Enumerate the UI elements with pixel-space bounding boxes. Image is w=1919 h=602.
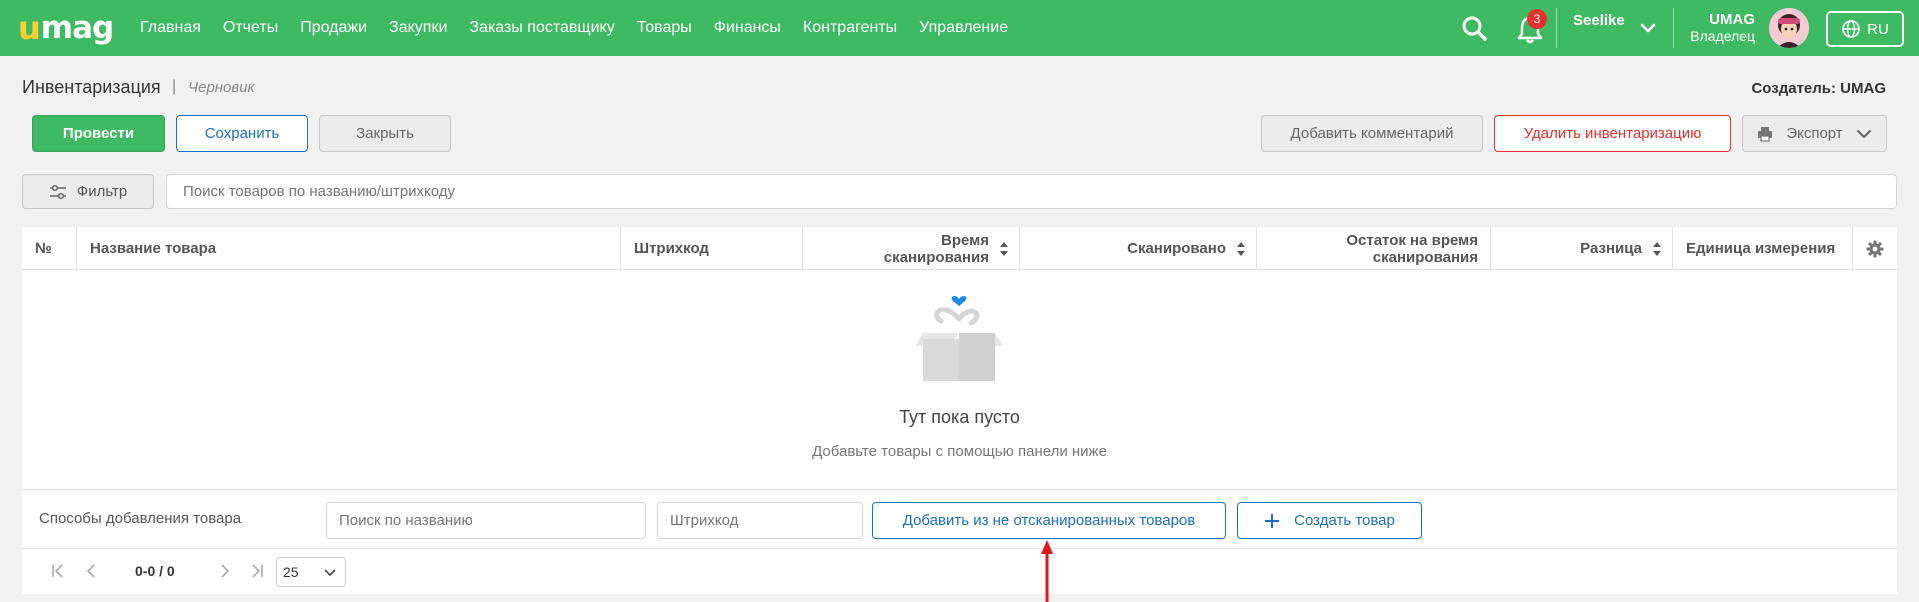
- create-product-button[interactable]: Создать товар: [1237, 502, 1422, 539]
- stock-label: Остаток на время сканирования: [1346, 231, 1478, 266]
- umag-logo[interactable]: u mag: [18, 9, 114, 47]
- user-info[interactable]: UMAG Владелец: [1680, 11, 1755, 44]
- product-search-input[interactable]: [166, 174, 1897, 209]
- create-product-label: Создать товар: [1294, 512, 1395, 529]
- column-settings[interactable]: [1853, 227, 1897, 270]
- add-unscanned-button[interactable]: Добавить из не отсканированных товаров: [872, 502, 1226, 539]
- last-page-icon[interactable]: [249, 563, 265, 579]
- column-header-barcode[interactable]: Штрихкод: [621, 227, 803, 270]
- avatar[interactable]: [1769, 8, 1809, 48]
- language-selector[interactable]: RU: [1826, 11, 1904, 47]
- nav-item-contractors[interactable]: Контрагенты: [803, 19, 897, 37]
- globe-icon: [1842, 20, 1860, 38]
- chevron-down-icon[interactable]: [1640, 20, 1656, 36]
- search-icon[interactable]: [1460, 14, 1488, 42]
- export-button[interactable]: Экспорт: [1742, 115, 1887, 152]
- annotation-arrow-icon: [1041, 540, 1053, 602]
- sort-icon[interactable]: [1652, 241, 1662, 257]
- column-header-scan-time[interactable]: Время сканирования: [803, 227, 1020, 270]
- next-page-icon[interactable]: [217, 563, 233, 579]
- page-size-value: 25: [283, 564, 299, 580]
- sort-icon[interactable]: [1236, 241, 1246, 257]
- add-methods-label: Способы добавления товара: [39, 510, 242, 527]
- avatar-image: [1769, 8, 1809, 48]
- scanned-label: Сканировано: [1127, 240, 1226, 257]
- filter-button[interactable]: Фильтр: [22, 174, 154, 209]
- divider: [1673, 8, 1674, 48]
- add-products-panel: Способы добавления товара Добавить из не…: [22, 489, 1897, 549]
- column-header-stock[interactable]: Остаток на время сканирования: [1257, 227, 1491, 270]
- language-label: RU: [1867, 20, 1889, 38]
- difference-label: Разница: [1580, 240, 1642, 257]
- nav-item-home[interactable]: Главная: [140, 19, 201, 37]
- prev-page-icon[interactable]: [83, 563, 99, 579]
- column-header-name[interactable]: Название товара: [77, 227, 621, 270]
- table-header: № Название товара Штрихкод Время сканиро…: [22, 227, 1897, 270]
- status-label: Черновик: [188, 79, 255, 96]
- user-role: Владелец: [1690, 28, 1755, 44]
- close-button[interactable]: Закрыть: [319, 115, 451, 152]
- divider: [1556, 8, 1557, 48]
- pagination: 0-0 / 0 25: [22, 549, 1897, 594]
- empty-state-title: Тут пока пусто: [899, 407, 1020, 427]
- save-button[interactable]: Сохранить: [176, 115, 308, 152]
- user-name: UMAG: [1709, 11, 1755, 28]
- conduct-button[interactable]: Провести: [32, 115, 165, 152]
- name-search-input[interactable]: [326, 502, 646, 539]
- page-title: Инвентаризация: [22, 77, 161, 97]
- nav-item-reports[interactable]: Отчеты: [223, 19, 278, 37]
- empty-state-subtitle: Добавьте товары с помощью панели ниже: [812, 443, 1107, 460]
- nav-item-sales[interactable]: Продажи: [300, 19, 367, 37]
- printer-icon: [1758, 126, 1772, 142]
- chevron-down-icon: [1857, 129, 1871, 138]
- inventory-table: № Название товара Штрихкод Время сканиро…: [22, 227, 1897, 594]
- page-size-select[interactable]: 25: [276, 557, 346, 587]
- column-header-unit[interactable]: Единица измерения: [1673, 227, 1853, 270]
- nav-item-purchases[interactable]: Закупки: [389, 19, 447, 37]
- add-comment-button[interactable]: Добавить комментарий: [1261, 115, 1483, 152]
- nav-item-management[interactable]: Управление: [919, 19, 1008, 37]
- store-selector-label[interactable]: Seelike: [1573, 12, 1625, 29]
- scan-time-label: Время сканирования: [883, 231, 989, 266]
- filter-label: Фильтр: [76, 183, 128, 200]
- chevron-down-icon: [324, 569, 336, 577]
- barcode-input[interactable]: [657, 502, 863, 539]
- export-label: Экспорт: [1786, 125, 1843, 142]
- notification-badge: 3: [1527, 9, 1547, 29]
- empty-box-illustration: [915, 295, 1003, 381]
- title-separator: |: [172, 78, 177, 95]
- sliders-icon: [49, 184, 66, 199]
- column-header-scanned[interactable]: Сканировано: [1020, 227, 1257, 270]
- sort-icon[interactable]: [999, 241, 1009, 257]
- first-page-icon[interactable]: [50, 563, 66, 579]
- column-header-difference[interactable]: Разница: [1491, 227, 1673, 270]
- nav-item-supplier-orders[interactable]: Заказы поставщику: [469, 19, 614, 37]
- creator-label: Создатель: UMAG: [1751, 80, 1886, 97]
- gear-icon[interactable]: [1866, 240, 1884, 258]
- column-header-number: №: [22, 227, 77, 270]
- main-nav: Главная Отчеты Продажи Закупки Заказы по…: [140, 0, 1030, 56]
- page-range-label: 0-0 / 0: [135, 563, 175, 579]
- nav-item-finance[interactable]: Финансы: [714, 19, 781, 37]
- plus-icon: [1265, 513, 1280, 528]
- nav-item-products[interactable]: Товары: [637, 19, 692, 37]
- top-navbar: u mag Главная Отчеты Продажи Закупки Зака…: [0, 0, 1919, 56]
- delete-inventory-button[interactable]: Удалить инвентаризацию: [1494, 115, 1731, 152]
